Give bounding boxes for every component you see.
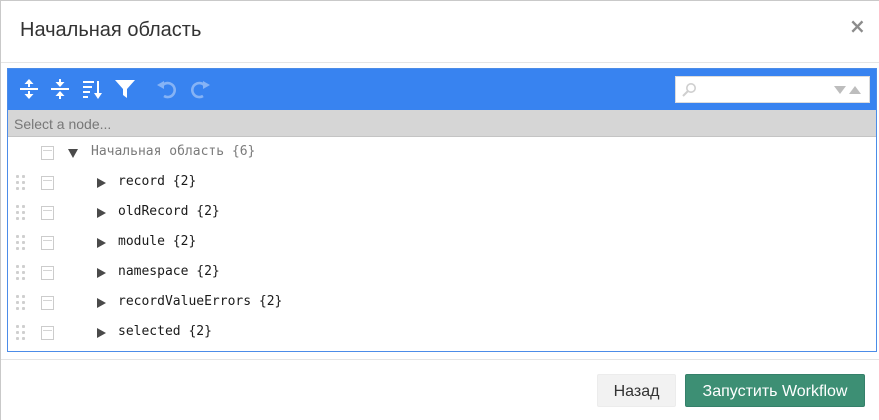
- collapse-node-icon[interactable]: [68, 149, 78, 158]
- tree-row[interactable]: record {2}: [8, 168, 876, 198]
- run-workflow-button[interactable]: Запустить Workflow: [685, 374, 865, 407]
- expand-all-icon[interactable]: [17, 77, 41, 101]
- dialog-header: Начальная область ×: [1, 1, 879, 63]
- tree-node-label: selected {2}: [118, 324, 212, 339]
- search-icon: [681, 82, 697, 98]
- context-menu-icon[interactable]: [41, 326, 54, 340]
- drag-handle-icon[interactable]: [16, 325, 26, 341]
- expand-node-icon[interactable]: [97, 298, 106, 308]
- navigation-bar-text: Select a node...: [14, 116, 112, 132]
- tree-row[interactable]: oldRecord {2}: [8, 198, 876, 228]
- filter-icon[interactable]: [113, 77, 137, 101]
- sort-icon[interactable]: [81, 77, 105, 101]
- tree-row[interactable]: module {2}: [8, 228, 876, 258]
- undo-icon[interactable]: [155, 77, 179, 101]
- json-editor: Select a node... Начальная область {6} r…: [7, 68, 877, 352]
- drag-handle-icon[interactable]: [16, 205, 26, 221]
- tree-view: Начальная область {6} record {2} oldReco…: [8, 138, 876, 350]
- collapse-all-icon[interactable]: [48, 77, 72, 101]
- start-scope-dialog: Начальная область × Select a node... Нач…: [0, 0, 879, 420]
- expand-node-icon[interactable]: [97, 328, 106, 338]
- tree-node-label: record {2}: [118, 174, 197, 189]
- dialog-footer: Назад Запустить Workflow: [1, 359, 879, 420]
- tree-row[interactable]: recordValueErrors {2}: [8, 288, 876, 318]
- drag-handle-icon[interactable]: [16, 295, 26, 311]
- navigation-bar: Select a node...: [8, 110, 876, 137]
- dialog-title: Начальная область: [20, 19, 202, 41]
- tree-node-label: Начальная область {6}: [91, 144, 256, 159]
- search-input[interactable]: [702, 80, 826, 100]
- search-box: [675, 76, 870, 103]
- tree-node-label: recordValueErrors {2}: [118, 294, 283, 309]
- context-menu-icon[interactable]: [41, 266, 54, 280]
- search-next-icon[interactable]: [834, 86, 846, 94]
- editor-toolbar: [8, 69, 876, 110]
- tree-root-row[interactable]: Начальная область {6}: [8, 138, 876, 168]
- context-menu-icon[interactable]: [41, 296, 54, 310]
- tree-row[interactable]: selected {2}: [8, 318, 876, 348]
- close-icon[interactable]: ×: [849, 16, 866, 36]
- back-button[interactable]: Назад: [597, 374, 676, 407]
- context-menu-icon[interactable]: [41, 146, 54, 160]
- redo-icon[interactable]: [188, 77, 212, 101]
- tree-node-label: module {2}: [118, 234, 197, 249]
- drag-handle-icon[interactable]: [16, 235, 26, 251]
- context-menu-icon[interactable]: [41, 176, 54, 190]
- expand-node-icon[interactable]: [97, 238, 106, 248]
- expand-node-icon[interactable]: [97, 268, 106, 278]
- tree-row[interactable]: namespace {2}: [8, 258, 876, 288]
- search-previous-icon[interactable]: [849, 86, 861, 94]
- expand-node-icon[interactable]: [97, 208, 106, 218]
- expand-node-icon[interactable]: [97, 178, 106, 188]
- context-menu-icon[interactable]: [41, 236, 54, 250]
- drag-handle-icon[interactable]: [16, 175, 26, 191]
- tree-node-label: namespace {2}: [118, 264, 220, 279]
- context-menu-icon[interactable]: [41, 206, 54, 220]
- tree-node-label: oldRecord {2}: [118, 204, 220, 219]
- drag-handle-icon[interactable]: [16, 265, 26, 281]
